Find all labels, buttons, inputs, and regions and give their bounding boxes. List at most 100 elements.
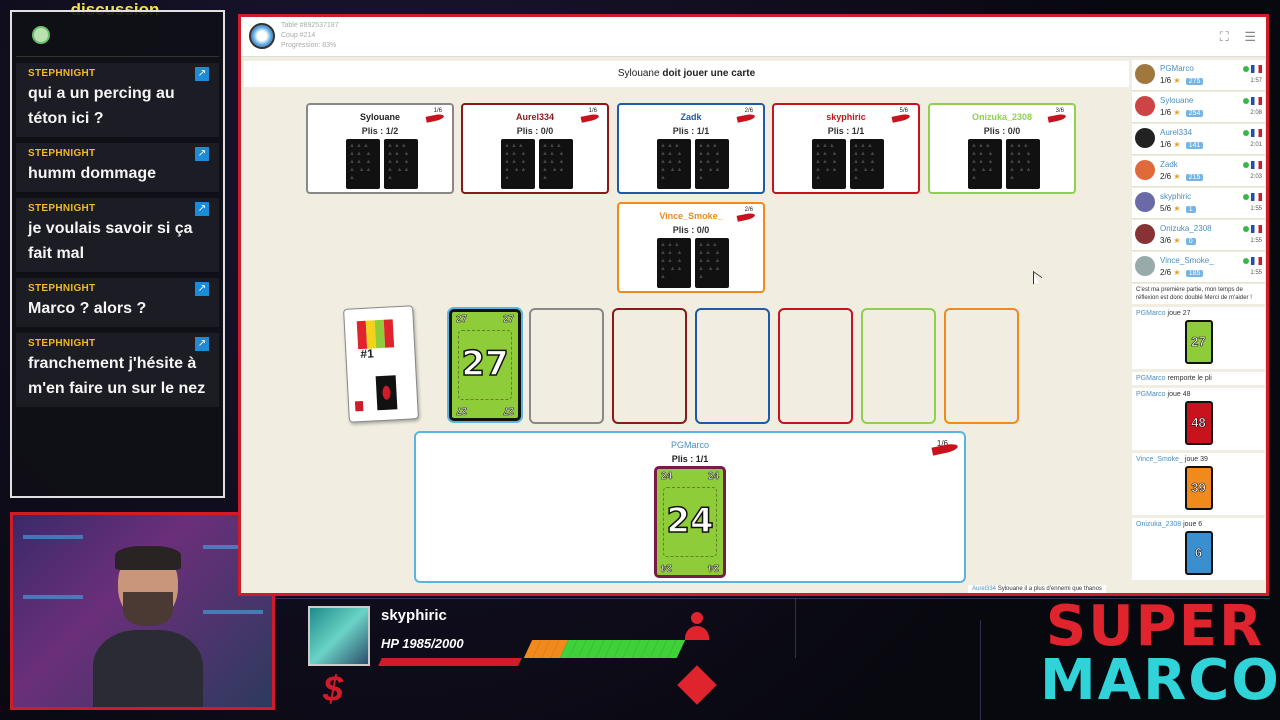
number-card[interactable]: 27 27 27 27 27 [449,309,521,421]
side-player-time: 1:57 [1250,78,1262,84]
opponent-bid: 3/6 [1055,108,1064,114]
side-player-row[interactable]: skyphiric 5/6 ★ 1 1:55 [1132,188,1265,219]
chat-message: STEPHNIGHT ↗ humm dommage [16,143,219,192]
flag-icon [1251,257,1262,265]
card-corner: 24 [707,471,720,483]
hp-bar-track [378,658,522,666]
side-player-time: 2:01 [1250,142,1262,148]
overlay-line [795,598,796,658]
star-icon: ★ [1171,204,1183,213]
chat-message: STEPHNIGHT ↗ franchement j'hésite à m'en f… [16,333,219,407]
currency-icon: $ [323,668,344,709]
rank-badge: 275 [1185,78,1204,85]
avatar [1135,192,1155,212]
logo-line-1: SUPER [1045,594,1265,659]
webcam [10,512,275,710]
opponent-box[interactable]: Sylouane Plis : 1/2 1/6 [306,103,454,194]
chat-message: STEPHNIGHT ↗ qui a un percing au téton ici… [16,63,219,137]
chat-text: qui a un percing au téton ici ? [28,85,175,127]
game-window: Table #892537187 Coup #214 Progression: … [238,14,1269,596]
fullscreen-icon[interactable]: ⛶ [1220,29,1229,44]
hud-player-name: skyphiric [381,607,447,624]
logo-line-2: MARCO [1040,648,1280,713]
side-player-time: 2:03 [1250,174,1262,180]
trick-pile-card[interactable]: #1 [343,305,419,423]
rank-badge: 1 [1185,206,1196,213]
number-card[interactable]: 24 24 24 24 24 [654,466,726,578]
opponent-box[interactable]: Vince_Smoke_ Plis : 0/0 2/6 [617,202,765,293]
side-player-row[interactable]: Onizuka_2308 3/6 ★ 0 1:55 [1132,220,1265,251]
side-player-name: Onizuka_2308 [1160,224,1212,233]
overlay-line [980,620,981,720]
card-backs [968,139,1040,189]
star-icon: ★ [1171,140,1183,149]
flag-icon [1251,97,1262,105]
log-card: 48 [1184,401,1213,445]
card-back [1006,139,1040,189]
opponent-tricks: Plis : 0/0 [516,126,554,136]
card-back [657,139,691,189]
menu-icon[interactable]: ☰ [1244,29,1256,44]
log-card: 39 [1184,466,1213,510]
shelf-light [23,535,83,539]
opponent-bid: 2/6 [744,207,753,213]
side-player-row[interactable]: Sylouane 1/6 ★ 254 2:08 [1132,92,1265,123]
log-entry: PGMarco joue 27 27 [1132,307,1265,369]
chat-username: STEPHNIGHT [28,203,96,214]
rank-badge: 215 [1185,174,1204,181]
opponent-box[interactable]: skyphiric Plis : 1/1 5/6 [772,103,920,194]
online-status-icon [1243,66,1249,72]
status-bar: Sylouane doit jouer une carte [244,61,1129,87]
opponent-box[interactable]: Zadk Plis : 1/1 2/6 [617,103,765,194]
channel-logo: SUPER MARCO [1040,594,1280,715]
opponent-box[interactable]: Aurel334 Plis : 0/0 1/6 [461,103,609,194]
avatar [1135,160,1155,180]
opponent-box[interactable]: Onizuka_2308 Plis : 0/0 3/6 [928,103,1076,194]
opponent-tricks: Plis : 1/1 [827,126,865,136]
card-corner: 24 [661,471,673,483]
score-value: 3/6 [1160,236,1172,245]
rank-badge: 254 [1185,110,1204,117]
log-entry: PGMarco remporte le pli [1132,372,1265,385]
site-logo-icon[interactable] [249,23,275,49]
side-player-name: skyphiric [1160,192,1192,201]
opponent-tricks: Plis : 0/0 [983,126,1021,136]
star-icon: ★ [1171,236,1183,245]
log-card: 27 [1184,320,1213,364]
card-backs [812,139,884,189]
star-icon: ★ [1171,268,1183,277]
chat-text: franchement j'hésite à m'en faire un sur… [28,355,206,397]
trick-slot [944,308,1019,424]
flag-icon [1251,193,1262,201]
chat-username: STEPHNIGHT [28,68,96,79]
side-player-score: 1/6 ★ 141 [1160,140,1204,149]
log-user: Onizuka_2308 [1136,521,1182,528]
card-corner: 27 [502,314,515,326]
side-player-row[interactable]: Vince_Smoke_ 2/6 ★ 185 1:55 [1132,252,1265,283]
side-player-row[interactable]: PGMarco 1/6 ★ 275 1:57 [1132,60,1265,91]
chat-message: STEPHNIGHT ↗ je voulais savoir si ça fait … [16,198,219,272]
online-status-icon [1243,226,1249,232]
score-value: 1/6 [1160,108,1172,117]
card-corner: 27 [456,314,468,326]
card-corner: 27 [456,405,468,417]
log-entry: Onizuka_2308 joue 6 6 [1132,518,1265,580]
side-player-score: 5/6 ★ 1 [1160,204,1196,213]
streamer [93,546,203,707]
person-icon [685,612,709,640]
log-user: Vince_Smoke_ [1136,456,1183,463]
shelf-light [23,595,83,599]
chat-text: Marco ? alors ? [28,300,147,317]
trick-slot [612,308,687,424]
card-value: 27 [461,343,510,385]
avatar [1135,96,1155,116]
hud-hp-text: HP 1985/2000 [381,636,464,651]
side-player-row[interactable]: Zadk 2/6 ★ 215 2:03 [1132,156,1265,187]
score-value: 2/6 [1160,172,1172,181]
side-player-row[interactable]: Aurel334 1/6 ★ 141 2:01 [1132,124,1265,155]
side-player-time: 2:08 [1250,110,1262,116]
card-back [539,139,573,189]
log-text: remporte le pli [1167,375,1212,382]
card-back [695,238,729,288]
log-user: PGMarco [1136,391,1166,398]
